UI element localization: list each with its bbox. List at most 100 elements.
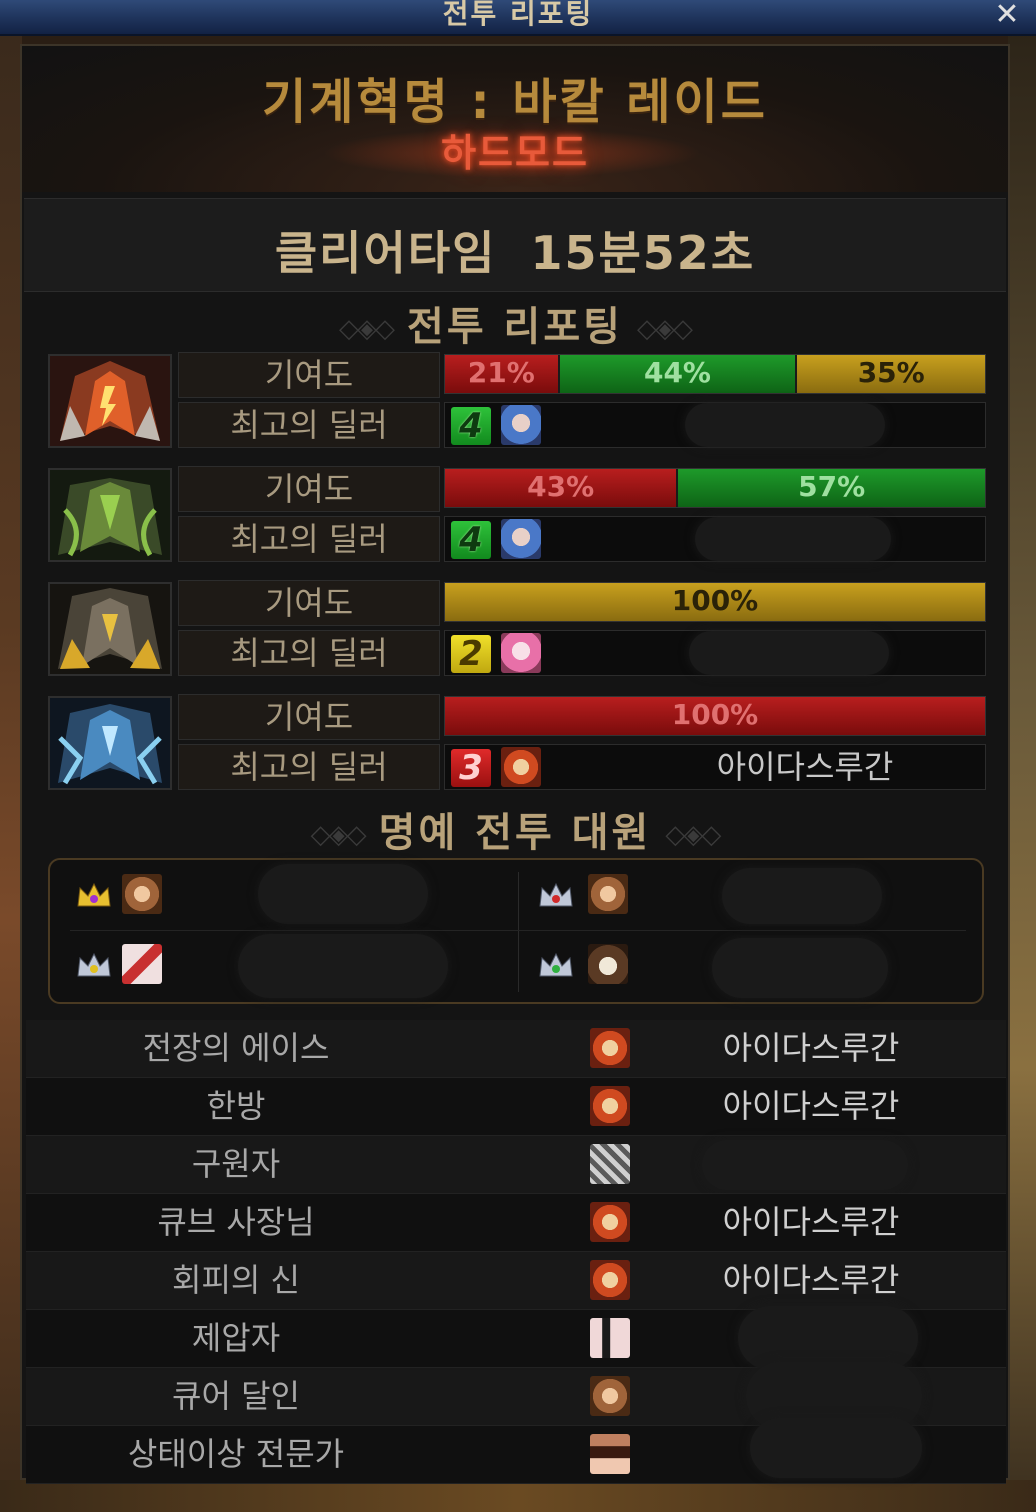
- redacted-name: [712, 938, 888, 998]
- contribution-label: 기여도: [178, 580, 440, 626]
- award-portrait[interactable]: [590, 1434, 630, 1474]
- boss-row: 기여도 최고의 딜러 21% 44% 35% 4: [46, 352, 988, 452]
- contribution-segment: 100%: [445, 583, 985, 621]
- award-row: 제압자: [26, 1306, 1006, 1370]
- boss-row: 기여도 최고의 딜러 43% 57% 4: [46, 466, 988, 566]
- contribution-bar: 21% 44% 35%: [444, 354, 986, 394]
- award-title: 회피의 신: [172, 1261, 300, 1299]
- redacted-name: [689, 631, 889, 675]
- redacted-name: [695, 517, 891, 561]
- redacted-name: [685, 403, 885, 447]
- member-portrait[interactable]: [122, 944, 162, 984]
- raid-mode: 하드모드: [441, 131, 589, 175]
- clear-time: 클리어타임 15분52초: [24, 198, 1006, 292]
- redacted-name: [750, 1418, 922, 1478]
- party-number-badge: 4: [451, 407, 491, 445]
- contribution-label: 기여도: [178, 352, 440, 398]
- best-dealer-label: 최고의 딜러: [178, 402, 440, 448]
- best-dealer-label: 최고의 딜러: [178, 516, 440, 562]
- character-portrait[interactable]: [501, 405, 541, 445]
- boss-row: 기여도 최고의 딜러 100% 2: [46, 580, 988, 680]
- character-portrait[interactable]: [501, 519, 541, 559]
- honor-section-label: 명예 전투 대원: [378, 810, 652, 856]
- award-portrait[interactable]: [590, 1260, 630, 1300]
- background-bottom: [0, 1480, 1036, 1512]
- ornament-left-icon: ◇◈◇: [339, 314, 395, 344]
- award-row: 상태이상 전문가: [26, 1418, 1006, 1484]
- award-row: 전장의 에이스 아이다스루간: [26, 1020, 1006, 1078]
- fire-dragon-icon: [48, 354, 172, 448]
- contribution-bar: 100%: [444, 582, 986, 622]
- gold-crown-icon: [77, 882, 111, 907]
- best-dealer: 3 아이다스루간: [444, 744, 986, 790]
- ornament-right-icon: ◇◈◇: [636, 314, 693, 344]
- contribution-segment: 43%: [445, 469, 679, 507]
- redacted-name: [738, 1306, 918, 1370]
- award-row: 한방 아이다스루간: [26, 1078, 1006, 1136]
- award-portrait[interactable]: [590, 1202, 630, 1242]
- ornament-left-icon: ◇◈◇: [310, 820, 367, 850]
- dealer-name: 아이다스루간: [716, 748, 894, 786]
- background-right: [1008, 30, 1036, 1512]
- award-title: 제압자: [191, 1319, 281, 1357]
- report-section-label: 전투 리포팅: [407, 304, 623, 350]
- contribution-bar: 43% 57%: [444, 468, 986, 508]
- raid-header: 기계혁명 : 바칼 레이드 하드모드: [22, 46, 1008, 192]
- divider: [518, 872, 519, 992]
- member-portrait[interactable]: [588, 944, 628, 984]
- contribution-segment: 44%: [559, 355, 798, 393]
- party-number-badge: 4: [451, 521, 491, 559]
- ornament-right-icon: ◇◈◇: [665, 820, 721, 850]
- award-name: 아이다스루간: [722, 1261, 900, 1299]
- report-section-title: ◇◈◇ 전투 리포팅 ◇◈◇: [22, 294, 1008, 352]
- ice-dragon-icon: [48, 696, 172, 790]
- redacted-name: [238, 934, 448, 998]
- background-left: [0, 30, 22, 1512]
- award-portrait[interactable]: [590, 1086, 630, 1126]
- award-portrait[interactable]: [590, 1144, 630, 1184]
- redacted-name: [702, 1140, 908, 1190]
- award-portrait[interactable]: [590, 1376, 630, 1416]
- boss-row: 기여도 최고의 딜러 100% 3 아이다스루간: [46, 694, 988, 794]
- redacted-name: [722, 868, 882, 924]
- award-title: 상태이상 전문가: [127, 1435, 345, 1473]
- contribution-segment: 21%: [445, 355, 560, 393]
- clear-time-value: 15분52초: [530, 226, 756, 280]
- title-bar[interactable]: 전투 리포팅 ✕: [0, 0, 1036, 36]
- silver-crown-icon: [77, 952, 111, 977]
- award-row: 회피의 신 아이다스루간: [26, 1252, 1006, 1310]
- award-title: 큐어 달인: [172, 1377, 300, 1415]
- award-portrait[interactable]: [590, 1028, 630, 1068]
- character-portrait[interactable]: [501, 633, 541, 673]
- member-portrait[interactable]: [122, 874, 162, 914]
- award-name: 아이다스루간: [722, 1203, 900, 1241]
- battle-report-window: 기계혁명 : 바칼 레이드 하드모드 클리어타임 15분52초 ◇◈◇ 전투 리포팅…: [20, 44, 1010, 1484]
- best-dealer-label: 최고의 딜러: [178, 630, 440, 676]
- award-portrait[interactable]: [590, 1318, 630, 1358]
- silver-crown-icon: [539, 952, 573, 977]
- window-title: 전투 리포팅: [442, 0, 594, 30]
- award-title: 구원자: [191, 1145, 281, 1183]
- redacted-name: [258, 864, 428, 924]
- award-title: 한방: [206, 1087, 266, 1125]
- member-portrait[interactable]: [588, 874, 628, 914]
- contribution-segment: 100%: [445, 697, 985, 735]
- award-title: 전장의 에이스: [142, 1029, 330, 1067]
- divider: [70, 930, 966, 931]
- award-title: 큐브 사장님: [157, 1203, 315, 1241]
- award-row: 구원자: [26, 1136, 1006, 1194]
- best-dealer: 4: [444, 516, 986, 562]
- gold-dragon-icon: [48, 582, 172, 676]
- contribution-bar: 100%: [444, 696, 986, 736]
- honor-members-box: [48, 858, 984, 1004]
- close-icon[interactable]: ✕: [990, 0, 1024, 32]
- award-row: 큐브 사장님 아이다스루간: [26, 1194, 1006, 1252]
- party-number-badge: 2: [451, 635, 491, 673]
- character-portrait[interactable]: [501, 747, 541, 787]
- best-dealer: 2: [444, 630, 986, 676]
- contribution-label: 기여도: [178, 694, 440, 740]
- clear-time-label: 클리어타임: [274, 226, 497, 280]
- best-dealer-label: 최고의 딜러: [178, 744, 440, 790]
- honor-section-title: ◇◈◇ 명예 전투 대원 ◇◈◇: [22, 800, 1008, 858]
- contribution-segment: 35%: [797, 355, 985, 393]
